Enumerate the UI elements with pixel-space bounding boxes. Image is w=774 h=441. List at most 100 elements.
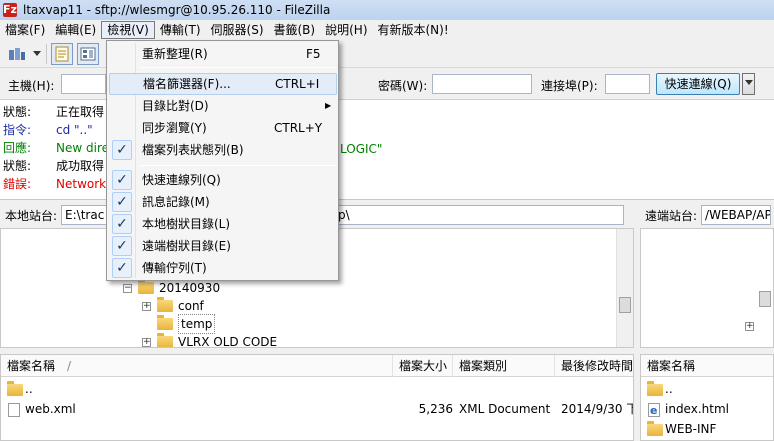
file-name: web.xml	[25, 402, 76, 416]
site-manager-dropdown[interactable]	[32, 43, 42, 65]
site-manager-button[interactable]	[6, 43, 28, 65]
folder-icon	[647, 421, 663, 436]
column-header-modified[interactable]: 最後修改時間	[555, 355, 633, 377]
menu-item-remote-tree[interactable]: ✓ 遠端樹狀目錄(E)	[109, 235, 337, 257]
remote-site-bar: 遠端站台: /WEBAP/AP	[640, 203, 774, 227]
log-line: 指令: cd ".."	[3, 121, 93, 139]
file-row[interactable]: ..	[1, 379, 633, 399]
menu-item-filelist-statusbar[interactable]: ✓ 檔案列表狀態列(B)	[109, 139, 337, 161]
filezilla-app-icon[interactable]: Fz	[3, 3, 17, 17]
tree-node-label: temp	[178, 314, 216, 334]
file-row[interactable]: ..	[641, 379, 773, 399]
collapse-icon[interactable]: −	[123, 283, 132, 293]
menu-item-local-tree[interactable]: ✓ 本地樹狀目錄(L)	[109, 213, 337, 235]
menu-item-synchronized-browsing[interactable]: 同步瀏覽(Y) CTRL+Y	[109, 117, 337, 139]
host-input[interactable]	[61, 74, 106, 94]
log-type: 狀態:	[3, 105, 32, 119]
menu-item-message-log[interactable]: ✓ 訊息記錄(M)	[109, 191, 337, 213]
port-input[interactable]	[605, 74, 650, 94]
local-file-list[interactable]: 檔案名稱 / 檔案大小 檔案類別 最後修改時間 .. web.xml 5,236…	[0, 354, 634, 441]
menu-item-quickconnect-bar[interactable]: ✓ 快速連線列(Q)	[109, 169, 337, 191]
menu-separator	[140, 165, 336, 166]
log-type: 狀態:	[3, 159, 32, 173]
menu-item-label: 目錄比對(D)	[142, 99, 209, 113]
file-type: XML Document	[459, 402, 551, 416]
checkmark-icon: ✓	[112, 214, 132, 234]
menu-item-label: 檔案列表狀態列(B)	[142, 143, 244, 157]
column-header-name[interactable]: 檔案名稱 /	[1, 355, 393, 377]
menu-item-label: 傳輸佇列(T)	[142, 261, 207, 275]
log-text: Network	[56, 177, 107, 191]
menu-item-directory-compare[interactable]: 目錄比對(D) ▶	[109, 95, 337, 117]
menu-server[interactable]: 伺服器(S)	[206, 21, 269, 39]
menu-item-shortcut: CTRL+I	[275, 77, 320, 91]
tree-node[interactable]: + VLRX OLD CODE	[142, 333, 278, 348]
remote-file-list[interactable]: 檔案名稱 .. index.html WEB-INF	[640, 354, 774, 441]
column-header-name[interactable]: 檔案名稱	[641, 355, 773, 377]
menu-item-transfer-queue[interactable]: ✓ 傳輸佇列(T)	[109, 257, 337, 279]
title-bar: Fz ltaxvap11 - sftp://wlesmgr@10.95.26.1…	[0, 0, 774, 20]
checkmark-icon: ✓	[112, 140, 132, 160]
password-label: 密碼(W):	[378, 79, 428, 93]
window-title: ltaxvap11 - sftp://wlesmgr@10.95.26.110 …	[23, 3, 331, 17]
folder-icon	[7, 381, 23, 396]
local-tree-scrollbar[interactable]	[616, 229, 633, 347]
sort-indicator: /	[67, 359, 72, 373]
remote-path-input[interactable]: /WEBAP/AP	[701, 205, 772, 225]
remote-tree-scrollbar[interactable]	[757, 229, 773, 347]
tree-node[interactable]: + conf	[142, 297, 204, 315]
tree-node-label: VLRX OLD CODE	[178, 335, 278, 348]
folder-icon	[157, 333, 173, 347]
tree-node-selected[interactable]: temp	[157, 314, 216, 334]
tree-node-label: conf	[178, 299, 204, 313]
menu-new-version[interactable]: 有新版本(N)!	[373, 21, 454, 39]
file-row[interactable]: web.xml 5,236 XML Document 2014/9/30 下	[1, 399, 633, 419]
remote-directory-tree[interactable]: +	[640, 228, 774, 348]
quickconnect-button[interactable]: 快速連線(Q)	[656, 73, 740, 95]
menu-bookmarks[interactable]: 書籤(B)	[269, 21, 321, 39]
file-row[interactable]: WEB-INF	[641, 419, 773, 439]
password-input[interactable]	[432, 74, 532, 94]
expand-icon[interactable]: +	[745, 321, 754, 331]
message-log-icon	[55, 46, 69, 61]
menu-item-refresh[interactable]: 重新整理(R) F5	[109, 43, 337, 65]
menu-item-label: 重新整理(R)	[142, 47, 208, 61]
file-modified: 2014/9/30 下	[561, 402, 634, 416]
host-label: 主機(H):	[8, 79, 55, 93]
menu-item-label: 檔名篩選器(F)...	[143, 77, 231, 91]
scrollbar-thumb[interactable]	[619, 297, 631, 313]
column-header-type[interactable]: 檔案類別	[453, 355, 555, 377]
menu-edit[interactable]: 編輯(E)	[50, 21, 101, 39]
menu-item-shortcut: CTRL+Y	[274, 121, 323, 135]
menu-transfer[interactable]: 傳輸(T)	[155, 21, 206, 39]
column-header-size[interactable]: 檔案大小	[393, 355, 453, 377]
port-label: 連接埠(P):	[541, 79, 598, 93]
log-text: 成功取得	[56, 159, 105, 173]
scrollbar-thumb[interactable]	[759, 291, 771, 307]
log-text: 正在取得	[56, 105, 105, 119]
quickconnect-history-dropdown[interactable]	[742, 73, 755, 95]
toggle-local-tree-button[interactable]	[77, 42, 99, 65]
log-text: cd ".."	[56, 123, 93, 137]
menu-item-label: 訊息記錄(M)	[142, 195, 210, 209]
menu-view[interactable]: 檢視(V)	[101, 21, 155, 39]
expand-icon[interactable]: +	[142, 301, 151, 311]
remote-site-label: 遠端站台:	[645, 208, 698, 223]
file-name: ..	[25, 382, 33, 396]
file-name: index.html	[665, 402, 729, 416]
log-type: 回應:	[3, 141, 32, 155]
log-line: 錯誤: Network	[3, 175, 106, 193]
menu-item-filename-filters[interactable]: 檔名篩選器(F)... CTRL+I	[109, 73, 337, 95]
menu-file[interactable]: 檔案(F)	[0, 21, 50, 39]
expand-icon[interactable]: +	[142, 337, 151, 347]
folder-icon	[157, 315, 173, 330]
toggle-message-log-button[interactable]	[51, 42, 73, 65]
file-row[interactable]: index.html	[641, 399, 773, 421]
menu-item-label: 本地樹狀目錄(L)	[142, 217, 231, 231]
menu-help[interactable]: 說明(H)	[320, 21, 372, 39]
log-text-fragment: LOGIC"	[340, 142, 383, 156]
chevron-down-icon	[33, 50, 41, 56]
log-text: New dire	[56, 141, 109, 155]
checkmark-icon: ✓	[112, 258, 132, 278]
tree-node[interactable]: − 20140930	[123, 279, 220, 297]
